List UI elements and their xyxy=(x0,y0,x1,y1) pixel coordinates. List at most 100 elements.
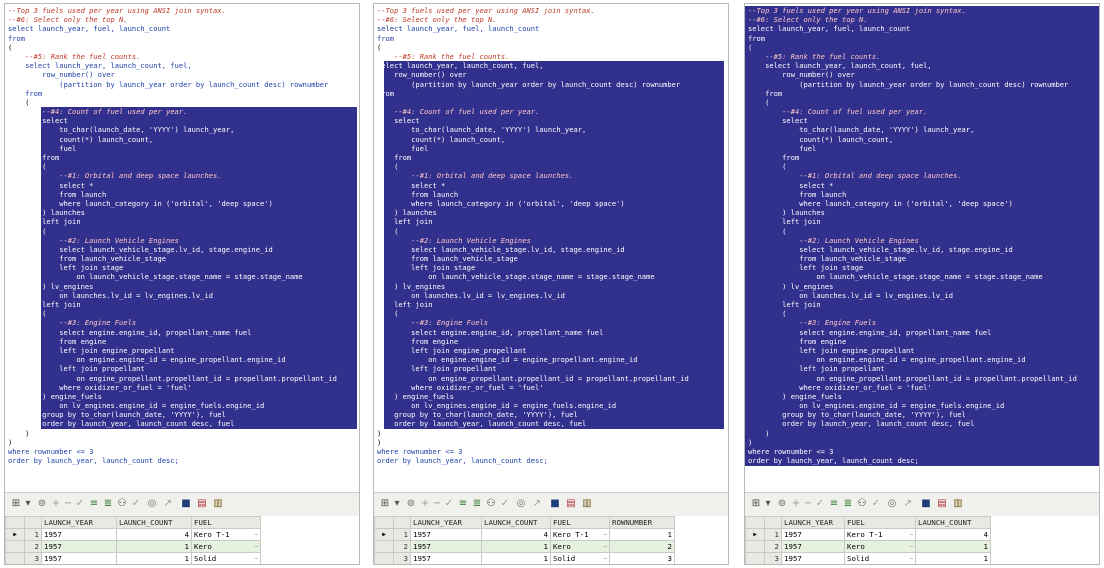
table-cell[interactable]: Kero… xyxy=(191,540,261,553)
table-row[interactable]: 2 1957 1 Kero… 2 xyxy=(374,540,675,553)
table-cell[interactable]: 4 xyxy=(116,528,192,541)
cell-editor-icon[interactable]: … xyxy=(603,542,607,549)
sql-editor[interactable]: --Top 3 fuels used per year using ANSI j… xyxy=(5,4,359,492)
chart-icon[interactable]: ▥ xyxy=(211,497,225,511)
table-cell[interactable]: 1 xyxy=(116,552,192,564)
cell-editor-icon[interactable]: … xyxy=(254,542,258,549)
table-row[interactable]: ▶ 1 1957 Kero T-1 … 4 xyxy=(745,528,991,541)
table-cell[interactable]: 1957 xyxy=(410,540,482,553)
export-icon[interactable]: ↗ xyxy=(901,497,915,511)
table-cell[interactable]: 2 xyxy=(609,540,675,553)
table-cell[interactable]: 1957 xyxy=(781,540,845,553)
column-header[interactable]: LAUNCH_YEAR xyxy=(410,516,482,529)
table-cell[interactable]: 1957 xyxy=(410,552,482,564)
table-cell[interactable]: Solid… xyxy=(550,552,610,564)
chart-icon[interactable]: ▥ xyxy=(951,497,965,511)
dropdown-arrow-icon[interactable]: ▾ xyxy=(390,497,404,511)
table-cell[interactable]: Kero T-1… xyxy=(191,528,261,541)
cell-editor-icon[interactable]: … xyxy=(254,530,258,537)
filter-icon[interactable]: ≡ xyxy=(87,497,101,511)
find-icon[interactable]: ⚇ xyxy=(484,497,498,511)
filter-icon[interactable]: ≡ xyxy=(456,497,470,511)
cell-editor-icon[interactable]: … xyxy=(603,530,607,537)
column-header[interactable]: LAUNCH_COUNT xyxy=(481,516,551,529)
filter-refine-icon[interactable]: ≣ xyxy=(470,497,484,511)
filter-refine-icon[interactable]: ≣ xyxy=(841,497,855,511)
export-icon[interactable]: ↗ xyxy=(530,497,544,511)
stack-icon[interactable]: ▤ xyxy=(935,497,949,511)
save-icon[interactable]: ■ xyxy=(179,497,193,511)
sql-editor[interactable]: --Top 3 fuels used per year using ANSI j… xyxy=(374,4,728,492)
filter-refine-icon[interactable]: ≣ xyxy=(101,497,115,511)
dropdown-arrow-icon[interactable]: ▾ xyxy=(21,497,35,511)
filter-icon[interactable]: ≡ xyxy=(827,497,841,511)
table-row[interactable]: 2 1957 1 Kero… xyxy=(5,540,261,553)
table-row[interactable]: 3 1957 1 Solid… 3 xyxy=(374,552,675,564)
table-cell[interactable]: 1 xyxy=(915,540,991,553)
post-icon[interactable]: ✓ xyxy=(73,497,87,511)
query-icon[interactable]: ◎ xyxy=(514,497,528,511)
lock-icon[interactable]: ⊚ xyxy=(775,497,789,511)
result-grid[interactable]: LAUNCH_YEAR FUEL LAUNCH_COUNT ▶ 1 1957 Kero T-… xyxy=(745,516,1099,564)
table-cell[interactable]: 1 xyxy=(609,528,675,541)
save-icon[interactable]: ■ xyxy=(548,497,562,511)
table-cell[interactable]: 1957 xyxy=(41,552,117,564)
table-cell[interactable]: 1957 xyxy=(410,528,482,541)
stack-icon[interactable]: ▤ xyxy=(564,497,578,511)
table-cell[interactable]: 3 xyxy=(609,552,675,564)
table-cell[interactable]: Kero T-1… xyxy=(844,528,916,541)
table-row[interactable]: 2 1957 Kero … 1 xyxy=(745,540,991,553)
code-area[interactable]: --Top 3 fuels used per year using ANSI j… xyxy=(745,4,1099,465)
query-icon[interactable]: ◎ xyxy=(145,497,159,511)
lock-icon[interactable]: ⊚ xyxy=(404,497,418,511)
table-cell[interactable]: Kero… xyxy=(550,540,610,553)
column-header[interactable]: FUEL xyxy=(844,516,916,529)
find-icon[interactable]: ⚇ xyxy=(115,497,129,511)
column-header[interactable]: ROWNUMBER xyxy=(609,516,675,529)
column-header[interactable]: LAUNCH_COUNT xyxy=(116,516,192,529)
table-row[interactable]: 3 1957 1 Solid… xyxy=(5,552,261,564)
commit-icon[interactable]: ✓ xyxy=(869,497,883,511)
table-cell[interactable]: 1 xyxy=(116,540,192,553)
post-icon[interactable]: ✓ xyxy=(813,497,827,511)
table-cell[interactable]: 1957 xyxy=(781,552,845,564)
cell-editor-icon[interactable]: … xyxy=(603,554,607,561)
column-header[interactable]: LAUNCH_COUNT xyxy=(915,516,991,529)
result-grid[interactable]: LAUNCH_YEAR LAUNCH_COUNT FUEL ▶ 1 1957 4 Kero T… xyxy=(5,516,359,564)
table-cell[interactable]: 1 xyxy=(481,552,551,564)
table-cell[interactable]: 1957 xyxy=(41,540,117,553)
code-area[interactable]: --Top 3 fuels used per year using ANSI j… xyxy=(374,4,728,465)
table-cell[interactable]: 1 xyxy=(481,540,551,553)
sql-editor[interactable]: --Top 3 fuels used per year using ANSI j… xyxy=(745,4,1099,492)
code-area[interactable]: --Top 3 fuels used per year using ANSI j… xyxy=(5,4,359,465)
table-cell[interactable]: Solid… xyxy=(844,552,916,564)
cell-editor-icon[interactable]: … xyxy=(909,554,913,561)
table-row[interactable]: ▶ 1 1957 4 Kero T-1… 1 xyxy=(374,528,675,541)
chart-icon[interactable]: ▥ xyxy=(580,497,594,511)
result-grid[interactable]: LAUNCH_YEAR LAUNCH_COUNT FUEL ROWNUMBER ▶ 1 19… xyxy=(374,516,728,564)
table-cell[interactable]: 4 xyxy=(481,528,551,541)
column-header[interactable]: FUEL xyxy=(191,516,261,529)
post-icon[interactable]: ✓ xyxy=(442,497,456,511)
cell-editor-icon[interactable]: … xyxy=(909,530,913,537)
table-row[interactable]: ▶ 1 1957 4 Kero T-1… xyxy=(5,528,261,541)
query-icon[interactable]: ◎ xyxy=(885,497,899,511)
table-cell[interactable]: Kero T-1… xyxy=(550,528,610,541)
table-cell[interactable]: Kero… xyxy=(844,540,916,553)
cell-editor-icon[interactable]: … xyxy=(909,542,913,549)
column-header[interactable]: LAUNCH_YEAR xyxy=(41,516,117,529)
dropdown-arrow-icon[interactable]: ▾ xyxy=(761,497,775,511)
table-cell[interactable]: 4 xyxy=(915,528,991,541)
table-cell[interactable]: Solid… xyxy=(191,552,261,564)
lock-icon[interactable]: ⊚ xyxy=(35,497,49,511)
column-header[interactable]: FUEL xyxy=(550,516,610,529)
commit-icon[interactable]: ✓ xyxy=(498,497,512,511)
stack-icon[interactable]: ▤ xyxy=(195,497,209,511)
table-cell[interactable]: 1957 xyxy=(781,528,845,541)
find-icon[interactable]: ⚇ xyxy=(855,497,869,511)
export-icon[interactable]: ↗ xyxy=(161,497,175,511)
cell-editor-icon[interactable]: … xyxy=(254,554,258,561)
column-header[interactable]: LAUNCH_YEAR xyxy=(781,516,845,529)
table-cell[interactable]: 1 xyxy=(915,552,991,564)
commit-icon[interactable]: ✓ xyxy=(129,497,143,511)
